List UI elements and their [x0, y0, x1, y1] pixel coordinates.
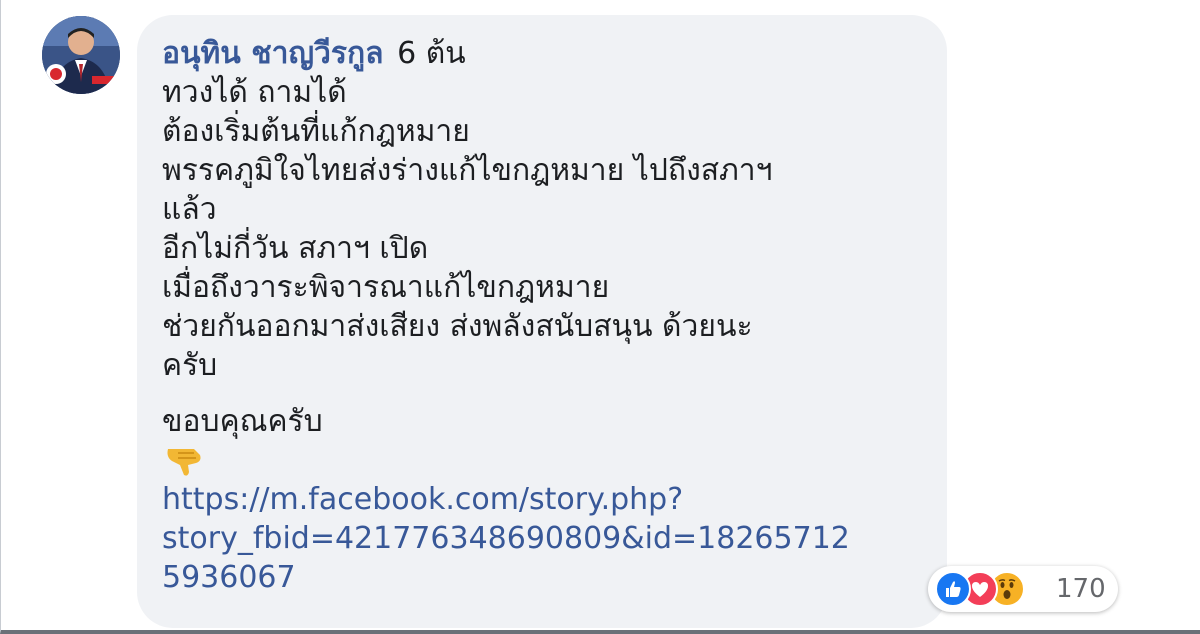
comment-body: อนุทิน ชาญวีรกูล 6 ต้น ทวงได้ ถามได้ ต้อ… — [162, 34, 932, 597]
story-link[interactable]: https://m.facebook.com/story.php? story_… — [162, 480, 932, 597]
story-link-line: https://m.facebook.com/story.php? — [162, 482, 684, 517]
story-link-line: 5936067 — [162, 560, 296, 595]
avatar[interactable] — [42, 16, 120, 94]
comment-line: ครับ — [162, 348, 218, 383]
story-link-line: story_fbid=421776348690809&id=18265712 — [162, 521, 850, 556]
closing-text: ขอบคุณครับ — [162, 404, 323, 439]
reactions-summary[interactable]: 170 — [928, 566, 1118, 612]
emoji-line — [162, 441, 932, 480]
comment-line: ช่วยกันออกมาส่งเสียง ส่งพลังสนับสนุน ด้ว… — [162, 309, 753, 344]
comment-line: อีกไม่กี่วัน สภาฯ เปิด — [162, 231, 429, 266]
comment-line: เมื่อถึงวาระพิจารณาแก้ไขกฎหมาย — [162, 270, 610, 305]
like-icon — [935, 571, 971, 607]
pointing-down-hand-icon — [167, 449, 201, 476]
author-name[interactable]: อนุทิน ชาญวีรกูล — [162, 36, 384, 71]
comment-line: ต้องเริ่มต้นที่แก้กฎหมาย — [162, 114, 470, 149]
author-badge: 6 ต้น — [397, 36, 466, 71]
comment-line: แล้ว — [162, 192, 217, 227]
reaction-count: 170 — [1056, 574, 1106, 604]
comment-header: อนุทิน ชาญวีรกูล 6 ต้น — [162, 34, 932, 73]
avatar-image — [42, 16, 120, 94]
comment-line: พรรคภูมิใจไทยส่งร่างแก้ไขกฎหมาย ไปถึงสภา… — [162, 153, 773, 188]
comment-line: ทวงได้ ถามได้ — [162, 75, 347, 110]
